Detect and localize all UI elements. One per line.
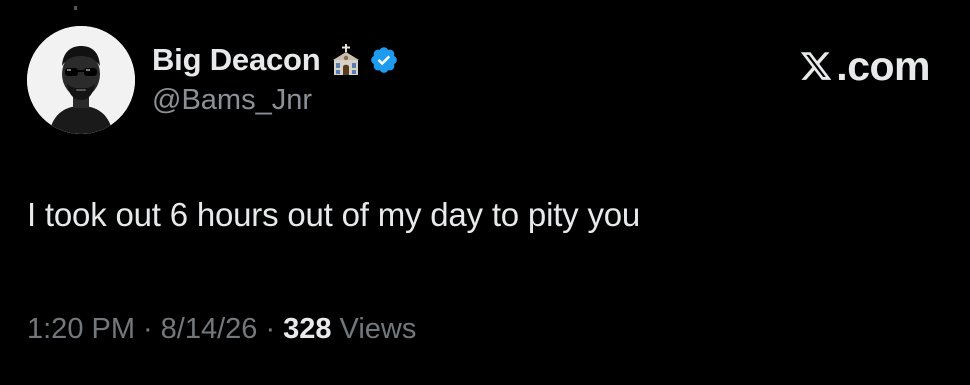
tweet-time[interactable]: 1:20 PM bbox=[27, 313, 135, 346]
views-count: 328 bbox=[283, 313, 332, 345]
meta-separator: · bbox=[143, 313, 153, 345]
church-icon bbox=[332, 44, 359, 75]
tweet-text: I took out 6 hours out of my day to pity… bbox=[27, 196, 641, 233]
x-brand: .com bbox=[798, 42, 930, 89]
tweet-card: Big Deacon @Bams_Jnr .com I took out 6 h… bbox=[0, 0, 970, 385]
views-label: Views bbox=[339, 313, 417, 345]
author-name-row[interactable]: Big Deacon bbox=[152, 40, 399, 80]
decorative-dot bbox=[74, 6, 77, 10]
brand-domain-text: .com bbox=[836, 42, 930, 89]
meta-separator: · bbox=[265, 313, 276, 345]
avatar[interactable] bbox=[27, 26, 135, 134]
x-logo-icon bbox=[801, 52, 832, 80]
verified-badge-icon[interactable] bbox=[369, 45, 399, 75]
tweet-meta: 1:20 PM · 8/14/26 · 328 Views bbox=[27, 313, 416, 346]
author-display-name[interactable]: Big Deacon bbox=[152, 42, 321, 78]
author-handle[interactable]: @Bams_Jnr bbox=[152, 84, 312, 117]
avatar-portrait-icon bbox=[27, 26, 135, 134]
tweet-date[interactable]: 8/14/26 bbox=[161, 313, 258, 346]
